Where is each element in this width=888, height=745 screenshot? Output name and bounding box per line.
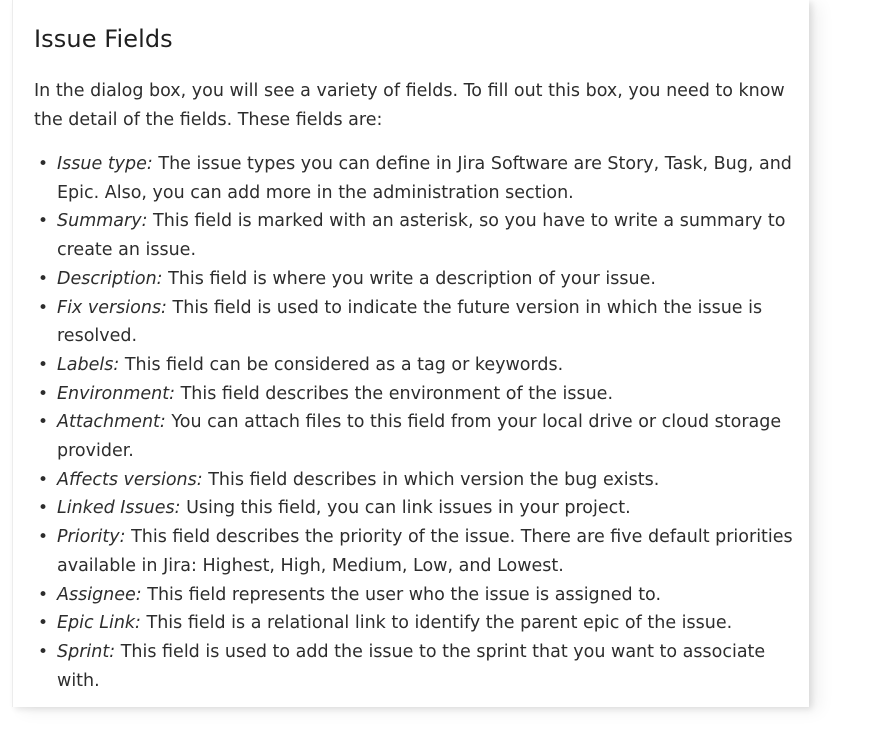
field-item-linked-issues: • Linked Issues: Using this field, you ca… bbox=[34, 494, 804, 523]
bullet-icon: • bbox=[38, 412, 49, 433]
field-description: This field describes in which version th… bbox=[208, 469, 660, 490]
intro-paragraph: In the dialog box, you will see a variet… bbox=[34, 81, 785, 130]
bullet-icon: • bbox=[38, 469, 49, 490]
bullet-icon: • bbox=[38, 527, 49, 548]
bullet-icon: • bbox=[38, 584, 49, 605]
field-item-priority: • Priority: This field describes the prio… bbox=[34, 523, 804, 580]
field-name: Labels: bbox=[57, 354, 120, 375]
field-list: • Issue type: The issue types you can def… bbox=[34, 150, 804, 695]
field-name: Attachment: bbox=[57, 412, 166, 433]
field-description: The issue types you can define in Jira S… bbox=[57, 154, 792, 203]
field-name: Affects versions: bbox=[57, 469, 203, 490]
field-description: This field is a relational link to ident… bbox=[146, 613, 733, 634]
field-description: This field describes the environment of … bbox=[180, 383, 614, 404]
section-heading: Issue Fields bbox=[34, 25, 173, 53]
field-item-environment: • Environment: This field describes the e… bbox=[34, 380, 804, 409]
field-name: Fix versions: bbox=[57, 297, 167, 318]
field-item-affects-versions: • Affects versions: This field describes … bbox=[34, 466, 804, 495]
field-description: This field is where you write a descript… bbox=[168, 268, 656, 289]
field-name: Description: bbox=[57, 268, 163, 289]
bullet-icon: • bbox=[38, 154, 49, 174]
field-item-issue-type: • Issue type: The issue types you can def… bbox=[34, 150, 804, 207]
bullet-icon: • bbox=[38, 268, 49, 289]
field-name: Priority: bbox=[57, 527, 126, 548]
bullet-icon: • bbox=[38, 354, 49, 375]
field-description: This field describes the priority of the… bbox=[57, 527, 793, 576]
bullet-icon: • bbox=[38, 498, 49, 519]
field-item-labels: • Labels: This field can be considered as… bbox=[34, 351, 804, 380]
field-name: Issue type: bbox=[57, 154, 153, 174]
field-item-assignee: • Assignee: This field represents the use… bbox=[34, 581, 804, 610]
field-item-fix-versions: • Fix versions: This field is used to ind… bbox=[34, 294, 804, 351]
article-content: Issue Fields In the dialog box, you will… bbox=[34, 0, 804, 695]
bullet-icon: • bbox=[38, 211, 49, 232]
field-item-epic-link: • Epic Link: This field is a relational l… bbox=[34, 609, 804, 638]
field-name: Assignee: bbox=[57, 584, 142, 605]
field-item-summary: • Summary: This field is marked with an a… bbox=[34, 207, 804, 264]
field-item-attachment: • Attachment: You can attach files to thi… bbox=[34, 408, 804, 465]
bullet-icon: • bbox=[38, 613, 49, 634]
field-name: Environment: bbox=[57, 383, 176, 404]
field-item-sprint: • Sprint: This field is used to add the i… bbox=[34, 638, 804, 695]
field-name: Summary: bbox=[57, 211, 148, 232]
bullet-icon: • bbox=[38, 297, 49, 318]
field-description: You can attach files to this field from … bbox=[57, 412, 782, 462]
bullet-icon: • bbox=[38, 383, 49, 404]
field-name: Linked Issues: bbox=[57, 498, 181, 519]
field-description: This field represents the user who the i… bbox=[147, 584, 662, 605]
field-description: This field is marked with an asterisk, s… bbox=[57, 211, 786, 261]
field-description: This field can be considered as a tag or… bbox=[124, 354, 564, 375]
field-name: Epic Link: bbox=[57, 613, 141, 634]
field-description: Using this field, you can link issues in… bbox=[186, 498, 631, 519]
field-description: This field is used to add the issue to t… bbox=[57, 641, 766, 691]
field-item-description: • Description: This field is where you wr… bbox=[34, 265, 804, 294]
article-card: Issue Fields In the dialog box, you will… bbox=[12, 0, 809, 707]
bullet-icon: • bbox=[38, 641, 49, 662]
field-name: Sprint: bbox=[57, 641, 116, 662]
